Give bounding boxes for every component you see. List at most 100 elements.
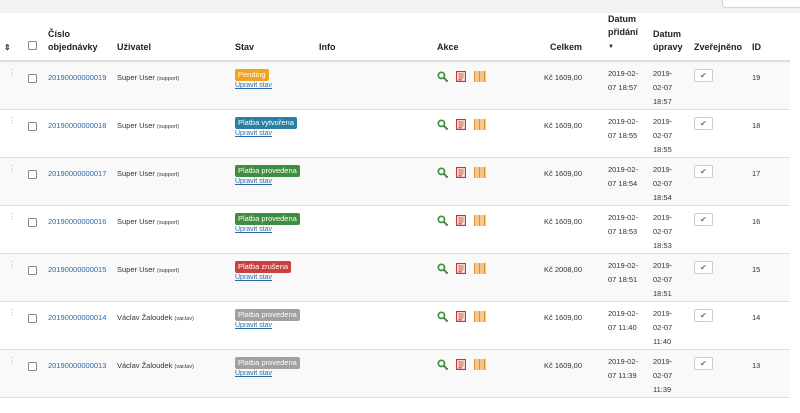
edit-status-link[interactable]: Upravit stav	[235, 130, 311, 137]
date-modified-day: 02-07	[653, 83, 673, 92]
date-added-date: 2019-02-	[608, 165, 639, 174]
date-modified-day: 02-07	[653, 371, 673, 380]
status-badge: Platba provedena	[235, 309, 300, 321]
row-checkbox[interactable]	[28, 74, 37, 83]
drag-handle-icon[interactable]: ⋮	[0, 349, 24, 398]
order-number-link[interactable]: 20190000000017	[48, 158, 106, 178]
user-username: (vaclav)	[174, 364, 194, 370]
barcode-icon[interactable]	[474, 71, 486, 84]
document-icon[interactable]	[456, 215, 467, 228]
date-added-time: 07 18:51	[608, 275, 638, 284]
order-number-link[interactable]: 20190000000016	[48, 206, 106, 226]
date-modified-day: 02-07	[653, 179, 673, 188]
edit-status-link[interactable]: Upravit stav	[235, 226, 311, 233]
checkmark-icon[interactable]: ✔	[694, 309, 713, 322]
actions-cell	[433, 109, 533, 158]
edit-status-link[interactable]: Upravit stav	[235, 274, 311, 281]
document-icon[interactable]	[456, 119, 467, 132]
status-cell: Platba vytvořena Upravit stav	[231, 109, 315, 158]
col-order-number[interactable]: Číslo objednávky	[44, 13, 113, 62]
edit-status-link[interactable]: Upravit stav	[235, 322, 311, 329]
edit-status-link[interactable]: Upravit stav	[235, 178, 311, 185]
edit-status-link[interactable]: Upravit stav	[235, 370, 311, 377]
document-icon[interactable]	[456, 311, 467, 324]
checkmark-icon[interactable]: ✔	[694, 117, 713, 130]
col-date-modified[interactable]: Datum úpravy	[649, 13, 690, 62]
document-icon[interactable]	[456, 263, 467, 276]
total-cell: Kč 1609,00	[533, 349, 604, 398]
row-select-cell	[24, 61, 44, 110]
search-icon[interactable]	[437, 359, 449, 372]
col-user[interactable]: Uživatel	[113, 13, 231, 62]
sort-arrows-icon[interactable]: ⇕	[4, 43, 11, 52]
row-checkbox[interactable]	[28, 314, 37, 323]
barcode-icon[interactable]	[474, 167, 486, 180]
user-name: Super User	[117, 169, 155, 178]
actions-cell	[433, 349, 533, 398]
row-select-cell	[24, 205, 44, 254]
select-all-checkbox[interactable]	[28, 41, 37, 50]
col-date-added[interactable]: Datum přidání ▼	[604, 13, 649, 62]
row-checkbox[interactable]	[28, 122, 37, 131]
date-added-date: 2019-02-	[608, 309, 639, 318]
order-number-link[interactable]: 20190000000014	[48, 302, 106, 322]
date-added-time: 07 18:57	[608, 83, 638, 92]
search-icon[interactable]	[437, 167, 449, 180]
drag-handle-icon[interactable]: ⋮	[0, 61, 24, 110]
document-icon[interactable]	[456, 359, 467, 372]
edit-status-link[interactable]: Upravit stav	[235, 82, 311, 89]
row-checkbox[interactable]	[28, 218, 37, 227]
date-added-date: 2019-02-	[608, 117, 639, 126]
date-added-time: 07 18:55	[608, 131, 638, 140]
document-icon[interactable]	[456, 167, 467, 180]
checkmark-icon[interactable]: ✔	[694, 213, 713, 226]
barcode-icon[interactable]	[474, 359, 486, 372]
top-search-input[interactable]	[722, 0, 800, 8]
checkmark-icon[interactable]: ✔	[694, 69, 713, 82]
document-icon[interactable]	[456, 71, 467, 84]
search-icon[interactable]	[437, 119, 449, 132]
id-cell: 19	[748, 61, 790, 110]
barcode-icon[interactable]	[474, 263, 486, 276]
date-modified-day: 02-07	[653, 275, 673, 284]
order-number-link[interactable]: 20190000000015	[48, 254, 106, 274]
search-icon[interactable]	[437, 215, 449, 228]
total-cell: Kč 1609,00	[533, 61, 604, 110]
date-added-cell: 2019-02- 07 18:57	[604, 61, 649, 110]
order-number-link[interactable]: 20190000000018	[48, 110, 106, 130]
table-row: ⋮ 20190000000017 Super User (support) Pl…	[0, 157, 790, 206]
status-cell: Platba provedena Upravit stav	[231, 301, 315, 350]
row-checkbox[interactable]	[28, 170, 37, 179]
barcode-icon[interactable]	[474, 215, 486, 228]
drag-handle-icon[interactable]: ⋮	[0, 109, 24, 158]
search-icon[interactable]	[437, 311, 449, 324]
user-cell: Václav Žaloudek (vaclav)	[113, 301, 231, 350]
col-total[interactable]: Celkem	[533, 13, 604, 62]
checkmark-icon[interactable]: ✔	[694, 261, 713, 274]
drag-handle-icon[interactable]: ⋮	[0, 253, 24, 302]
order-number-cell: 20190000000014	[44, 301, 113, 350]
drag-handle-icon[interactable]: ⋮	[0, 157, 24, 206]
published-cell: ✔	[690, 205, 748, 254]
user-name: Super User	[117, 121, 155, 130]
row-checkbox[interactable]	[28, 362, 37, 371]
sort-column-header[interactable]: ⇕	[0, 13, 24, 62]
col-id[interactable]: ID	[748, 13, 790, 62]
checkmark-icon[interactable]: ✔	[694, 357, 713, 370]
row-checkbox[interactable]	[28, 266, 37, 275]
order-number-link[interactable]: 20190000000013	[48, 350, 106, 370]
date-added-date: 2019-02-	[608, 69, 639, 78]
date-modified-time: 18:51	[653, 289, 672, 298]
user-username: (support)	[157, 124, 180, 130]
search-icon[interactable]	[437, 263, 449, 276]
drag-handle-icon[interactable]: ⋮	[0, 205, 24, 254]
barcode-icon[interactable]	[474, 311, 486, 324]
date-added-date: 2019-02-	[608, 261, 639, 270]
col-status[interactable]: Stav	[231, 13, 315, 62]
checkmark-icon[interactable]: ✔	[694, 165, 713, 178]
drag-handle-icon[interactable]: ⋮	[0, 301, 24, 350]
barcode-icon[interactable]	[474, 119, 486, 132]
search-icon[interactable]	[437, 71, 449, 84]
order-number-link[interactable]: 20190000000019	[48, 62, 106, 82]
col-published[interactable]: Zveřejněno	[690, 13, 748, 62]
